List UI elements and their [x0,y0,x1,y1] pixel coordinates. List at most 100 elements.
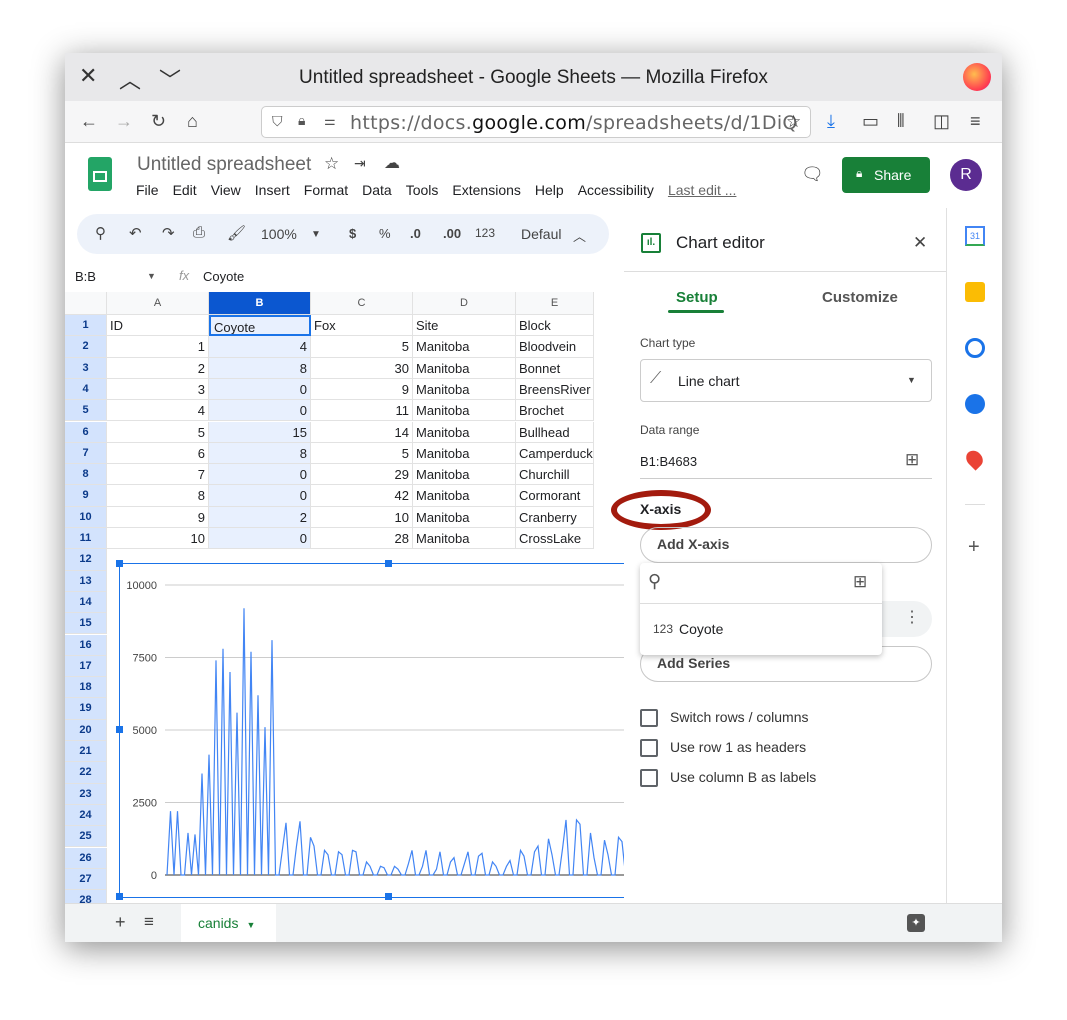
cell-e4[interactable]: BreensRiver [516,378,594,401]
cell-e7[interactable]: Camperduck [516,442,594,465]
cell-c1[interactable]: Fox [311,315,413,337]
cell-d11[interactable]: Manitoba [413,528,516,550]
all-sheets-icon[interactable]: ≡ [144,912,154,932]
cloud-status-icon[interactable]: ☁ [384,153,400,173]
forward-icon[interactable]: → [115,111,133,132]
cell-a9[interactable]: 8 [107,485,209,507]
row-header[interactable]: 24 [65,804,107,827]
add-x-axis-button[interactable]: Add X-axis [640,527,932,563]
row-header[interactable]: 16 [65,634,107,656]
cell-a6[interactable]: 5 [107,421,209,443]
formula-input[interactable]: Coyote [203,269,244,284]
cell-d2[interactable]: Manitoba [413,336,516,358]
sidebar-toggle-icon[interactable]: ◫ [933,111,950,132]
cell-b8[interactable]: 0 [209,464,311,486]
row-header[interactable]: 15 [65,613,107,635]
cell-b1[interactable]: Coyote [209,315,311,337]
menu-insert[interactable]: Insert [255,182,290,198]
more-options-icon[interactable]: ⋮ [904,607,920,627]
cell-e5[interactable]: Brochet [516,400,594,422]
add-sheet-icon[interactable]: + [115,912,126,933]
cell-d7[interactable]: Manitoba [413,442,516,465]
column-header-d[interactable]: D [413,292,516,315]
resize-handle[interactable] [116,560,123,567]
cell-e10[interactable]: Cranberry [516,506,594,528]
row-header[interactable]: 21 [65,741,107,763]
number-format-button[interactable]: 123 [475,226,495,240]
cell-a11[interactable]: 10 [107,528,209,550]
column-header-a[interactable]: A [107,292,209,315]
row-header[interactable]: 19 [65,698,107,720]
library-icon[interactable]: ⫴ [897,111,905,132]
row-header[interactable]: 20 [65,719,107,741]
maps-icon[interactable] [962,447,987,471]
paint-format-icon[interactable]: 🖌︎ [227,224,246,242]
cell-a2[interactable]: 1 [107,336,209,358]
use-row-1-headers-checkbox[interactable]: Use row 1 as headers [640,739,806,758]
row-header[interactable]: 8 [65,464,107,486]
cell-c11[interactable]: 28 [311,528,413,550]
cell-d8[interactable]: Manitoba [413,464,516,486]
row-header[interactable]: 13 [65,570,107,592]
comments-icon[interactable]: 🗨︎ [801,164,824,185]
currency-button[interactable]: $ [349,226,356,241]
cell-c2[interactable]: 5 [311,336,413,358]
document-title[interactable]: Untitled spreadsheet [137,154,311,176]
zoom-select[interactable]: 100% [261,226,297,242]
menu-accessibility[interactable]: Accessibility [578,182,654,198]
menu-format[interactable]: Format [304,182,348,198]
menu-file[interactable]: File [136,182,159,198]
move-icon[interactable]: ⇥ [354,155,366,172]
search-menus-icon[interactable]: ⚲ [95,224,106,242]
cell-b11[interactable]: 0 [209,528,311,550]
cell-a1[interactable]: ID [107,315,209,337]
resize-handle[interactable] [385,560,392,567]
tasks-icon[interactable] [965,338,985,358]
cell-c8[interactable]: 29 [311,464,413,486]
cell-e8[interactable]: Churchill [516,464,594,486]
menu-edit[interactable]: Edit [173,182,197,198]
menu-tools[interactable]: Tools [406,182,439,198]
row-header[interactable]: 1 [65,315,107,337]
chart-type-select[interactable]: ⟋ Line chart ▼ [640,359,932,402]
cell-a7[interactable]: 6 [107,442,209,465]
add-addon-icon[interactable]: + [968,536,980,559]
row-header[interactable]: 4 [65,378,107,401]
tab-customize[interactable]: Customize [822,289,898,306]
container-icon[interactable]: ▭ [862,111,879,132]
name-box-dropdown-icon[interactable]: ▼ [147,271,156,281]
cell-e2[interactable]: Bloodvein [516,336,594,358]
cell-d4[interactable]: Manitoba [413,378,516,401]
keep-icon[interactable] [965,282,985,302]
search-icon[interactable]: ⚲ [648,571,661,592]
row-header[interactable]: 23 [65,783,107,805]
cell-c10[interactable]: 10 [311,506,413,528]
cell-b2[interactable]: 4 [209,336,311,358]
column-header-c[interactable]: C [311,292,413,315]
sheet-menu-icon[interactable]: ▼ [246,920,255,930]
menu-icon[interactable]: ≡ [970,111,981,132]
cell-b7[interactable]: 8 [209,442,311,465]
contacts-icon[interactable] [965,394,985,414]
redo-icon[interactable]: ↷ [162,224,175,242]
cell-a10[interactable]: 9 [107,506,209,528]
embedded-chart[interactable]: 0 2500 5000 7500 10000 [119,563,629,898]
row-header[interactable]: 3 [65,357,107,379]
cell-d9[interactable]: Manitoba [413,485,516,507]
back-icon[interactable]: ← [80,111,98,132]
menu-view[interactable]: View [211,182,241,198]
cell-d1[interactable]: Site [413,315,516,337]
row-header[interactable]: 7 [65,442,107,465]
row-header[interactable]: 11 [65,528,107,550]
sheet-tab-canids[interactable]: canids ▼ [181,904,276,942]
data-range-input[interactable]: B1:B4683 [640,454,697,469]
cell-c5[interactable]: 11 [311,400,413,422]
reload-icon[interactable]: ↻ [151,111,166,132]
cell-b10[interactable]: 2 [209,506,311,528]
cell-a8[interactable]: 7 [107,464,209,486]
cell-d6[interactable]: Manitoba [413,421,516,443]
share-button[interactable]: 🔒︎ Share [842,157,930,193]
row-header[interactable]: 26 [65,847,107,869]
downloads-icon[interactable]: ⤓ [827,111,835,132]
decrease-decimal-button[interactable]: .0 [410,226,421,241]
